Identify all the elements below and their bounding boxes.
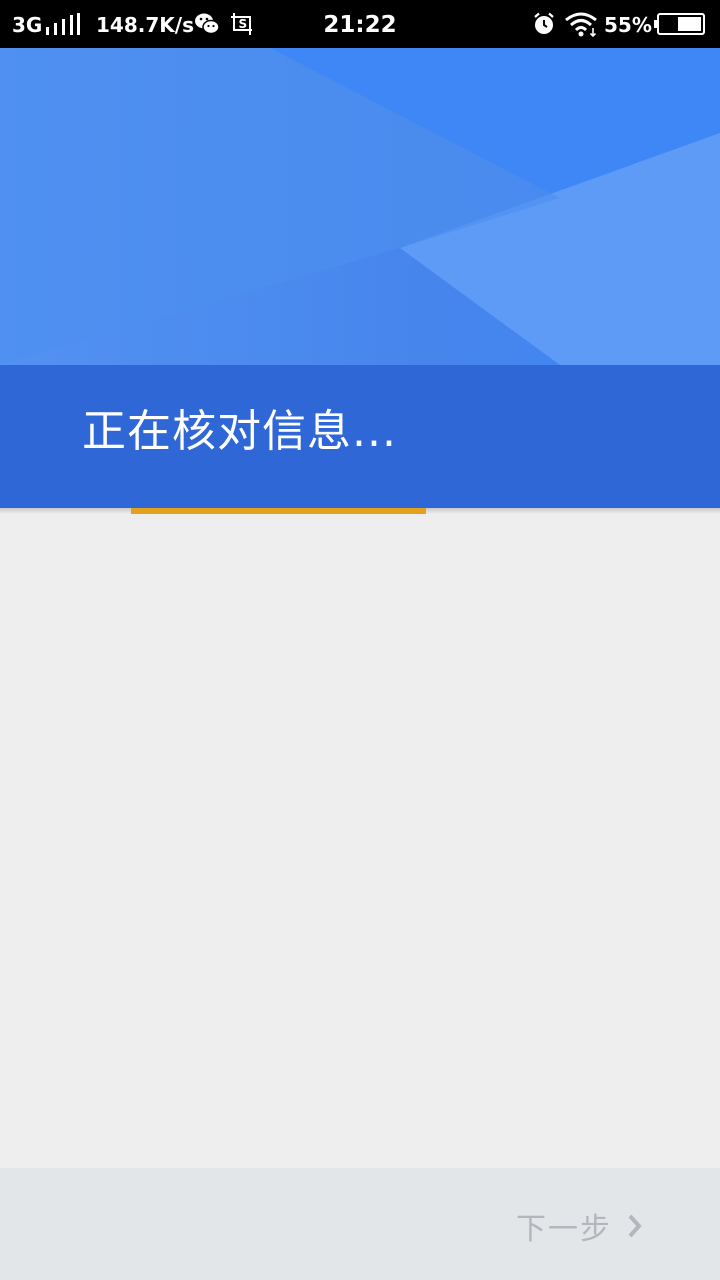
chevron-right-icon [628, 1214, 642, 1238]
battery-level: 55% [604, 13, 652, 37]
wifi-icon [565, 12, 597, 37]
content-area [0, 514, 720, 1168]
status-bar: 3G 148.7K/s S 21:22 55% [0, 0, 720, 48]
screen: 3G 148.7K/s S 21:22 55% 正在核对信息... 下一步 [0, 0, 720, 1280]
next-button[interactable]: 下一步 [516, 1204, 644, 1248]
alarm-icon [534, 12, 554, 34]
bottom-bar: 下一步 [0, 1168, 720, 1280]
next-button-label: 下一步 [516, 1212, 612, 1247]
page-title: 正在核对信息... [82, 406, 397, 457]
battery-icon [654, 13, 705, 35]
